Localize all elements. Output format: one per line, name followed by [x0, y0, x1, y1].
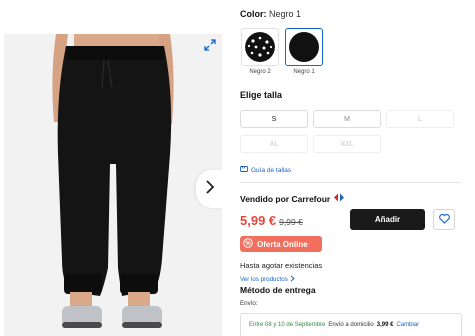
- next-image-button[interactable]: [196, 170, 224, 208]
- shipping-option: Entre 08 y 10 de Septiembre Envío a domi…: [240, 313, 462, 336]
- swatch-negro-2[interactable]: [241, 28, 279, 66]
- add-to-cart-button[interactable]: Añadir: [350, 209, 425, 230]
- current-price: 5,99 €: [240, 213, 277, 228]
- delivery-dates: Entre 08 y 10 de Septiembre: [249, 322, 326, 328]
- polka-dot-swatch: [245, 32, 275, 62]
- swatch-negro-1[interactable]: [285, 28, 323, 66]
- size-xl-button[interactable]: XL: [240, 135, 308, 153]
- change-delivery-link[interactable]: Cambiar: [396, 322, 419, 328]
- chevron-right-icon: [290, 275, 295, 284]
- sold-by-label: Vendido por Carrefour: [240, 193, 331, 204]
- sold-by: Vendido por Carrefour: [240, 193, 345, 204]
- color-label: Color:: [240, 9, 267, 19]
- color-value: Negro 1: [269, 9, 302, 19]
- svg-text:%: %: [245, 241, 251, 247]
- solid-black-swatch: [289, 32, 319, 62]
- size-m-button[interactable]: M: [313, 110, 381, 128]
- swatch-label: Negro 1: [293, 69, 315, 75]
- offer-label: Oferta Online: [257, 239, 308, 249]
- offer-badge: % Oferta Online: [240, 236, 322, 252]
- delivery-title: Método de entrega: [240, 285, 316, 295]
- price: 5,99 € 9,99 €: [240, 213, 303, 228]
- old-price: 9,99 €: [279, 217, 303, 227]
- tag-icon: %: [243, 238, 253, 250]
- expand-icon[interactable]: [204, 38, 216, 51]
- product-photo: [52, 34, 174, 328]
- favorite-button[interactable]: [433, 209, 455, 230]
- shipping-label: Envío:: [240, 300, 258, 307]
- size-xxl-button[interactable]: XXL: [313, 135, 381, 153]
- size-s-button[interactable]: S: [240, 110, 308, 128]
- delivery-type: Envío a domicilio: [328, 322, 374, 328]
- product-image-gallery[interactable]: [4, 34, 222, 336]
- stock-text: Hasta agotar existencias: [240, 261, 323, 270]
- ruler-icon: [240, 166, 248, 174]
- heart-icon: [438, 211, 450, 229]
- see-products-link[interactable]: Ver los productos: [240, 275, 295, 284]
- size-guide-link[interactable]: Guía de tallas: [240, 166, 291, 174]
- size-l-button[interactable]: L: [386, 110, 454, 128]
- carrefour-logo-icon: [333, 193, 345, 204]
- selected-color: Color: Negro 1: [240, 9, 301, 19]
- chevron-right-icon: [205, 179, 215, 199]
- see-products-label: Ver los productos: [240, 276, 288, 283]
- swatch-label: Negro 2: [249, 69, 271, 75]
- delivery-price: 3,99 €: [376, 322, 394, 328]
- size-guide-label: Guía de tallas: [251, 166, 292, 174]
- size-title: Elige talla: [240, 90, 283, 100]
- divider: [240, 182, 462, 183]
